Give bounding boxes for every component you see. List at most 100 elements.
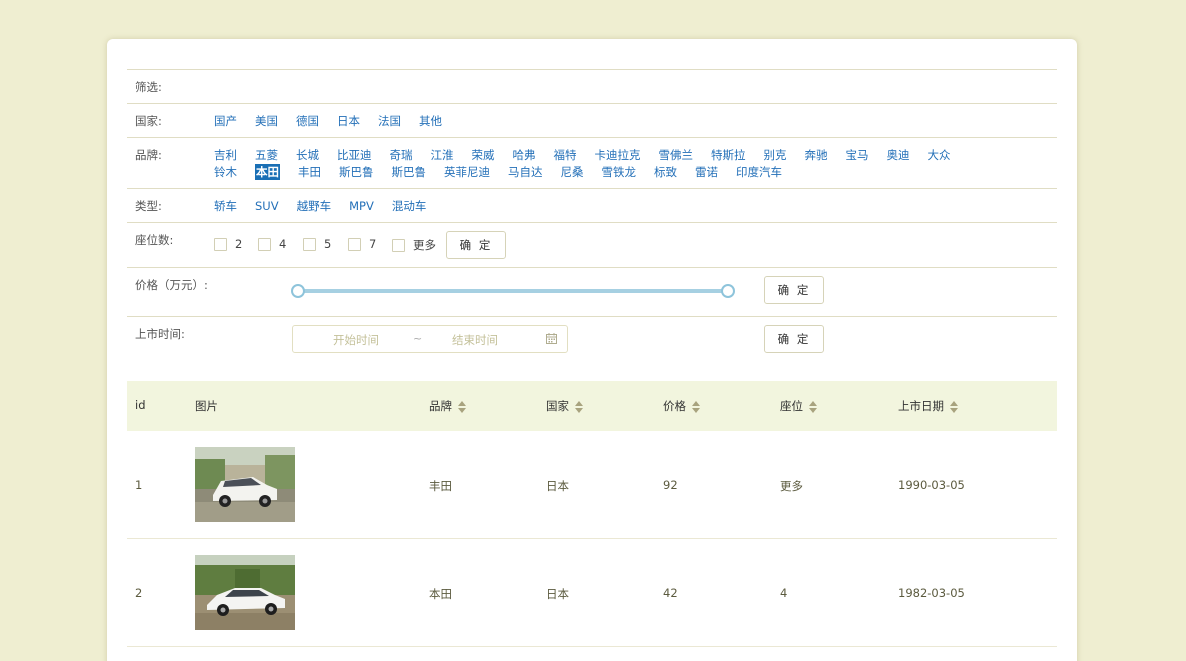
country-options: 国产 美国 德国 日本 法国 其他: [214, 113, 460, 129]
brand-option[interactable]: 长城: [296, 147, 319, 163]
brand-option[interactable]: 江淮: [431, 147, 454, 163]
table-row[interactable]: 1 丰田 日本 92 更多 1990-03-05: [127, 431, 1057, 539]
column-header-date-label: 上市日期: [898, 399, 944, 413]
brand-option[interactable]: 铃木: [214, 164, 237, 180]
cell-date: 1990-03-05: [898, 478, 965, 492]
brand-option[interactable]: 吉利: [214, 147, 237, 163]
brand-option[interactable]: 尼桑: [561, 164, 584, 180]
brand-option[interactable]: 印度汽车: [736, 164, 782, 180]
price-confirm-button[interactable]: 确 定: [764, 276, 824, 304]
price-min-handle[interactable]: [291, 284, 305, 298]
seat-option-label: 更多: [413, 238, 436, 252]
country-option[interactable]: 日本: [337, 113, 360, 129]
brand-option[interactable]: 雪铁龙: [602, 164, 637, 180]
seats-label: 座位数:: [135, 233, 174, 247]
sort-icon[interactable]: [458, 400, 466, 413]
sort-icon[interactable]: [950, 400, 958, 413]
seat-option-label: 5: [324, 237, 332, 251]
brand-option[interactable]: 奔驰: [805, 147, 828, 163]
cell-country: 日本: [546, 479, 569, 493]
brand-option[interactable]: 宝马: [846, 147, 869, 163]
date-range-picker[interactable]: 开始时间 ~ 结束时间: [292, 325, 568, 353]
main-card: 筛选: 国家: 国产 美国 德国 日本 法国 其他 品牌: 吉利 五菱 长城 比亚迪 奇瑞 江淮 荣威…: [107, 39, 1077, 661]
country-option[interactable]: 国产: [214, 113, 237, 129]
country-option[interactable]: 美国: [255, 113, 278, 129]
column-header-brand[interactable]: 品牌: [429, 398, 466, 414]
car-photo-suv: [195, 447, 295, 522]
brand-option[interactable]: 荣威: [472, 147, 495, 163]
type-option[interactable]: 轿车: [214, 198, 237, 214]
sort-icon[interactable]: [575, 400, 583, 413]
seat-checkbox[interactable]: [348, 238, 361, 251]
column-header-brand-label: 品牌: [429, 399, 452, 413]
column-header-country[interactable]: 国家: [546, 398, 583, 414]
seat-checkbox[interactable]: [258, 238, 271, 251]
brand-option[interactable]: 斯巴鲁: [339, 164, 374, 180]
brand-option[interactable]: 丰田: [298, 164, 321, 180]
type-option[interactable]: SUV: [255, 199, 279, 213]
brand-option[interactable]: 五菱: [255, 147, 278, 163]
type-option[interactable]: MPV: [349, 199, 374, 213]
price-filter-row: 价格（万元）: 确 定: [127, 268, 1057, 317]
column-header-country-label: 国家: [546, 399, 569, 413]
date-separator: ~: [413, 332, 423, 345]
brand-option[interactable]: 马自达: [508, 164, 543, 180]
cell-brand: 本田: [429, 587, 452, 601]
brand-option[interactable]: 比亚迪: [337, 147, 372, 163]
brand-option[interactable]: 斯巴鲁: [392, 164, 427, 180]
cell-seats: 更多: [780, 479, 803, 493]
brand-option[interactable]: 大众: [928, 147, 951, 163]
start-date-input[interactable]: 开始时间: [333, 332, 379, 348]
sort-icon[interactable]: [692, 400, 700, 413]
brand-option[interactable]: 卡迪拉克: [595, 147, 641, 163]
seat-checkbox[interactable]: [303, 238, 316, 251]
brand-option[interactable]: 雷诺: [695, 164, 718, 180]
country-label: 国家:: [135, 114, 162, 128]
brand-option[interactable]: 哈弗: [513, 147, 536, 163]
seat-option[interactable]: 4: [258, 237, 286, 251]
brand-option[interactable]: 奇瑞: [390, 147, 413, 163]
price-slider-track[interactable]: [298, 289, 728, 293]
date-filter-row: 上市时间: 开始时间 ~ 结束时间 确 定: [127, 317, 1057, 365]
seats-confirm-button[interactable]: 确 定: [446, 231, 506, 259]
brand-option[interactable]: 雪佛兰: [659, 147, 694, 163]
brand-options: 吉利 五菱 长城 比亚迪 奇瑞 江淮 荣威 哈弗 福特 卡迪拉克 雪佛兰 特斯拉 别克 奔驰 宝马 奥迪 大众 …: [214, 147, 969, 181]
table-header: id 图片 品牌 国家 价格 座位 上市日期: [127, 381, 1057, 431]
type-label: 类型:: [135, 199, 162, 213]
brand-option[interactable]: 本田: [255, 164, 280, 180]
end-date-input[interactable]: 结束时间: [452, 332, 498, 348]
seat-checkbox[interactable]: [392, 239, 405, 252]
price-max-handle[interactable]: [721, 284, 735, 298]
country-option[interactable]: 德国: [296, 113, 319, 129]
cell-id: 2: [135, 586, 143, 600]
brand-option[interactable]: 奥迪: [887, 147, 910, 163]
brand-option[interactable]: 特斯拉: [711, 147, 746, 163]
column-header-seats[interactable]: 座位: [780, 398, 817, 414]
country-option[interactable]: 其他: [419, 113, 442, 129]
brand-option[interactable]: 标致: [654, 164, 677, 180]
car-table: id 图片 品牌 国家 价格 座位 上市日期 1 丰田 日本 92 更多 199…: [127, 381, 1057, 647]
seat-option[interactable]: 更多: [392, 237, 436, 253]
type-option[interactable]: 混动车: [392, 198, 427, 214]
brand-option[interactable]: 别克: [764, 147, 787, 163]
cell-seats: 4: [780, 586, 788, 600]
type-option[interactable]: 越野车: [297, 198, 332, 214]
country-option[interactable]: 法国: [378, 113, 401, 129]
filter-title-row: 筛选:: [127, 70, 1057, 104]
date-label: 上市时间:: [135, 327, 185, 341]
type-filter-row: 类型: 轿车 SUV 越野车 MPV 混动车: [127, 189, 1057, 223]
seat-option[interactable]: 2: [214, 237, 242, 251]
seat-option[interactable]: 7: [348, 237, 376, 251]
price-label: 价格（万元）:: [135, 278, 208, 292]
column-header-date[interactable]: 上市日期: [898, 398, 958, 414]
seats-filter-row: 座位数: 2 4 5 7 更多 确 定: [127, 223, 1057, 268]
brand-option[interactable]: 英菲尼迪: [444, 164, 490, 180]
column-header-price[interactable]: 价格: [663, 398, 700, 414]
table-row[interactable]: 2 本田 日本 42 4 1982-03-05: [127, 539, 1057, 647]
sort-icon[interactable]: [809, 400, 817, 413]
date-confirm-button[interactable]: 确 定: [764, 325, 824, 353]
seat-option[interactable]: 5: [303, 237, 331, 251]
column-header-image: 图片: [195, 399, 218, 413]
brand-option[interactable]: 福特: [554, 147, 577, 163]
seat-checkbox[interactable]: [214, 238, 227, 251]
